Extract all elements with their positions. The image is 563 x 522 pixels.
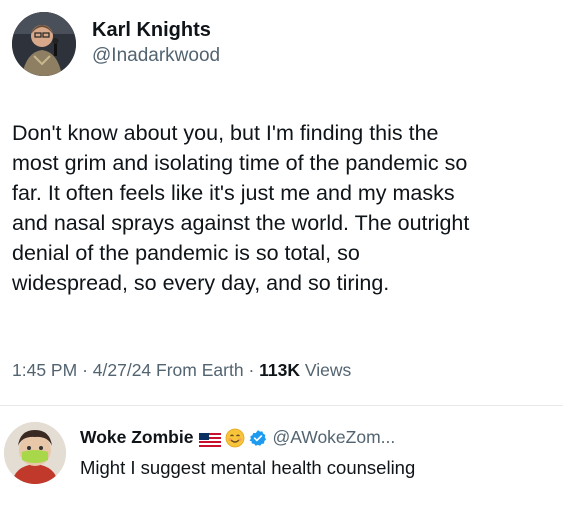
meta-separator: · [248, 360, 255, 380]
verified-badge-icon [249, 429, 267, 447]
reply-avatar-image [4, 422, 66, 484]
author-name[interactable]: Karl Knights [92, 19, 211, 42]
reply-header: Woke Zombie @AWokeZom... [80, 427, 395, 448]
tweet-meta: 1:45 PM · 4/27/24 From Earth · 113K View… [12, 360, 351, 381]
tweet-source: From Earth [156, 360, 244, 380]
reply-author-handle[interactable]: @AWokeZom... [272, 427, 395, 448]
views-count[interactable]: 113K [259, 360, 300, 380]
reply-avatar[interactable] [4, 422, 66, 484]
divider [0, 405, 563, 406]
smiling-face-icon [225, 428, 245, 448]
tweet-time[interactable]: 1:45 PM [12, 360, 77, 380]
author-avatar[interactable] [12, 12, 76, 76]
reply-text: Might I suggest mental health counseling [80, 457, 416, 478]
author-avatar-image [12, 12, 76, 76]
meta-separator: · [82, 360, 88, 380]
author-handle[interactable]: @Inadarkwood [92, 45, 220, 67]
views-label: Views [304, 360, 352, 380]
us-flag-icon [199, 431, 222, 447]
tweet-header: Karl Knights @Inadarkwood [0, 0, 563, 90]
tweet-date[interactable]: 4/27/24 [93, 360, 151, 380]
tweet-text: Don't know about you, but I'm finding th… [12, 121, 470, 295]
reply-author-name[interactable]: Woke Zombie [80, 427, 193, 448]
